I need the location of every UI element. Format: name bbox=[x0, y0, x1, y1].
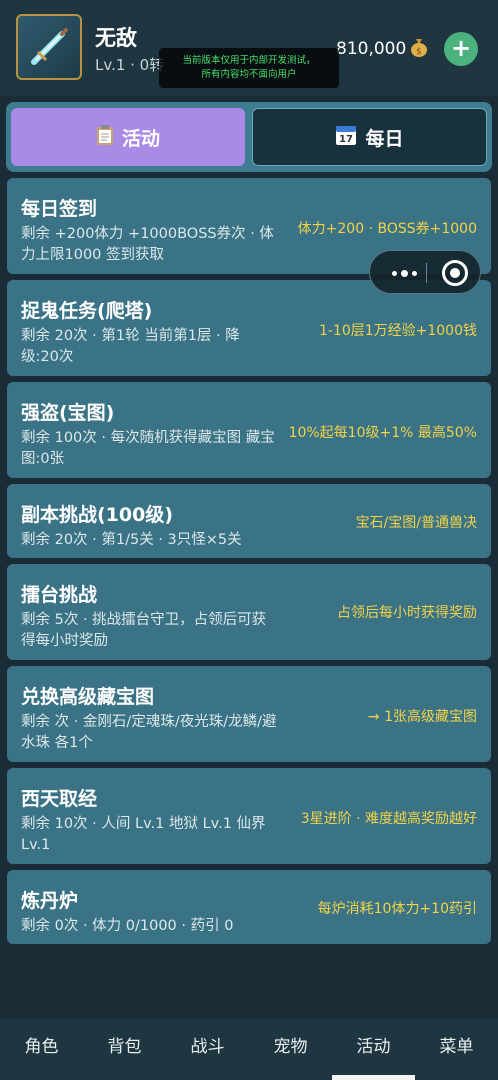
player-name: 无敌 bbox=[95, 26, 137, 50]
plus-icon: + bbox=[450, 34, 472, 62]
activity-desc: 剩余 0次 · 体力 0/1000 · 药引 0 bbox=[21, 918, 234, 934]
activity-title: 擂台挑战 bbox=[21, 584, 98, 606]
dev-notice: 当前版本仅用于内部开发测试， 所有内容均不面向用户 bbox=[159, 48, 339, 88]
header: 无敌 Lv.1 · 0转 810,000 $ + 当前版本仅用于内部开发测试， … bbox=[0, 0, 498, 96]
activity-card-exchange-map[interactable]: 兑换高级藏宝图 剩余 次 · 金刚石/定魂珠/夜光珠/龙鳞/避水珠 各1个 → … bbox=[7, 666, 491, 762]
activity-reward: 1-10层1万经验+1000钱 bbox=[318, 323, 477, 339]
more-menu-icon[interactable] bbox=[384, 261, 424, 285]
activity-title: 强盗(宝图) bbox=[21, 402, 115, 424]
activity-title: 炼丹炉 bbox=[21, 890, 79, 912]
svg-text:17: 17 bbox=[340, 134, 354, 145]
activity-reward: 占领后每小时获得奖励 bbox=[337, 605, 477, 621]
money-bag-icon: $ bbox=[410, 37, 428, 61]
activity-title: 捉鬼任务(爬塔) bbox=[21, 300, 153, 322]
player-level: Lv.1 · 0转 bbox=[95, 56, 165, 74]
clipboard-icon bbox=[96, 124, 114, 151]
miniprogram-capsule bbox=[369, 250, 481, 294]
activity-card-ghost-tower[interactable]: 捉鬼任务(爬塔) 剩余 20次 · 第1轮 当前第1层 · 降级:20次 1-1… bbox=[7, 280, 491, 376]
activity-title: 兑换高级藏宝图 bbox=[21, 686, 155, 708]
nav-item-battle[interactable]: 战斗 bbox=[166, 1018, 249, 1080]
activity-reward: 体力+200 · BOSS券+1000 bbox=[297, 221, 477, 237]
svg-text:$: $ bbox=[416, 47, 422, 57]
activity-desc: 剩余 10次 · 人间 Lv.1 地狱 Lv.1 仙界 Lv.1 bbox=[21, 816, 266, 853]
activity-reward: 每炉消耗10体力+10药引 bbox=[317, 901, 477, 917]
nav-active-indicator bbox=[332, 1075, 415, 1080]
activity-title: 西天取经 bbox=[21, 788, 98, 810]
activity-desc: 剩余 20次 · 第1/5关 · 3只怪×5关 bbox=[21, 532, 242, 548]
activity-title: 副本挑战(100级) bbox=[21, 504, 174, 526]
calendar-icon: 17 bbox=[335, 124, 357, 151]
nav-item-character[interactable]: 角色 bbox=[0, 1018, 83, 1080]
tab-activity-label: 活动 bbox=[121, 127, 160, 150]
activity-desc: 剩余 次 · 金刚石/定魂珠/夜光珠/龙鳞/避水珠 各1个 bbox=[21, 714, 277, 751]
nav-item-menu[interactable]: 菜单 bbox=[415, 1018, 498, 1080]
avatar[interactable] bbox=[16, 14, 82, 80]
nav-item-activity[interactable]: 活动 bbox=[332, 1018, 415, 1080]
activity-desc: 剩余 +200体力 +1000BOSS券次 · 体力上限1000 签到获取 bbox=[21, 226, 274, 263]
tab-bar: 活动 17 每日 bbox=[6, 102, 492, 172]
close-target-icon[interactable] bbox=[442, 260, 468, 286]
tab-daily[interactable]: 17 每日 bbox=[252, 108, 487, 166]
add-gold-button[interactable]: + bbox=[444, 32, 478, 66]
activity-desc: 剩余 5次 · 挑战擂台守卫，占领后可获得每小时奖励 bbox=[21, 612, 267, 649]
dev-notice-line1: 当前版本仅用于内部开发测试， bbox=[182, 55, 316, 66]
dev-notice-line2: 所有内容均不面向用户 bbox=[201, 69, 297, 80]
gold-balance: 810,000 $ bbox=[336, 37, 428, 61]
activity-card-alchemy[interactable]: 炼丹炉 剩余 0次 · 体力 0/1000 · 药引 0 每炉消耗10体力+10… bbox=[7, 870, 491, 944]
activity-desc: 剩余 100次 · 每次随机获得藏宝图 藏宝图:0张 bbox=[21, 430, 275, 467]
activity-desc: 剩余 20次 · 第1轮 当前第1层 · 降级:20次 bbox=[21, 328, 240, 365]
activity-title: 每日签到 bbox=[21, 198, 98, 220]
gold-amount: 810,000 bbox=[336, 39, 407, 59]
activity-reward: 10%起每10级+1% 最高50% bbox=[288, 425, 477, 441]
nav-item-bag[interactable]: 背包 bbox=[83, 1018, 166, 1080]
tab-daily-label: 每日 bbox=[365, 127, 404, 150]
bottom-nav: 角色 背包 战斗 宠物 活动 菜单 bbox=[0, 1018, 498, 1080]
activity-card-journey-west[interactable]: 西天取经 剩余 10次 · 人间 Lv.1 地狱 Lv.1 仙界 Lv.1 3星… bbox=[7, 768, 491, 864]
activity-reward: 3星进阶 · 难度越高奖励越好 bbox=[300, 811, 477, 827]
activity-card-bandit[interactable]: 强盗(宝图) 剩余 100次 · 每次随机获得藏宝图 藏宝图:0张 10%起每1… bbox=[7, 382, 491, 478]
nav-item-pet[interactable]: 宠物 bbox=[249, 1018, 332, 1080]
sword-icon bbox=[31, 28, 68, 65]
tab-activity[interactable]: 活动 bbox=[11, 108, 245, 166]
activity-card-arena[interactable]: 擂台挑战 剩余 5次 · 挑战擂台守卫，占领后可获得每小时奖励 占领后每小时获得… bbox=[7, 564, 491, 660]
capsule-divider bbox=[426, 263, 427, 283]
activity-reward: 宝石/宝图/普通兽决 bbox=[355, 515, 477, 531]
activity-card-dungeon[interactable]: 副本挑战(100级) 剩余 20次 · 第1/5关 · 3只怪×5关 宝石/宝图… bbox=[7, 484, 491, 558]
activity-reward: → 1张高级藏宝图 bbox=[367, 709, 477, 725]
